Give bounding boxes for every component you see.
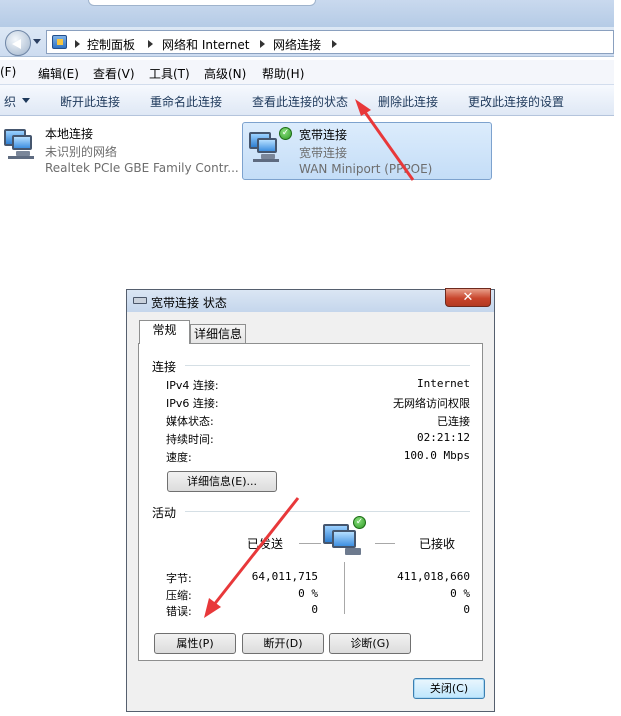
- errors-label: 错误:: [166, 605, 192, 618]
- title-bar: [0, 0, 614, 27]
- menu-edit[interactable]: 编辑(E): [38, 65, 79, 82]
- tab-details[interactable]: 详细信息: [190, 324, 246, 345]
- connection-group-heading: 连接: [152, 360, 177, 374]
- group-divider: [185, 511, 470, 512]
- command-bar: 织 断开此连接 重命名此连接 查看此连接的状态 删除此连接 更改此连接的设置: [0, 84, 614, 116]
- tab-general[interactable]: 常规: [139, 320, 190, 344]
- general-tab-panel: 连接 IPv4 连接: Internet IPv6 连接: 无网络访问权限 媒体…: [138, 343, 483, 661]
- connection-name: 本地连接: [45, 127, 94, 141]
- compression-sent-value: 0 %: [298, 587, 318, 600]
- menu-file[interactable]: (F): [0, 65, 16, 79]
- back-icon[interactable]: [5, 30, 31, 56]
- broadband-connection-item[interactable]: ✓ 宽带连接 宽带连接 WAN Miniport (PPPOE): [242, 122, 492, 180]
- speed-value: 100.0 Mbps: [403, 449, 470, 462]
- local-connection-item[interactable]: 本地连接 未识别的网络 Realtek PCIe GBE Family Cont…: [0, 122, 239, 180]
- view-connection-status-button[interactable]: 查看此连接的状态: [252, 93, 348, 110]
- organize-button[interactable]: 织: [4, 93, 16, 110]
- connection-status-dialog: 宽带连接 状态 ✕ 常规 详细信息 连接 IPv4 连接: Internet I…: [126, 288, 495, 712]
- connection-status: 未识别的网络: [45, 145, 118, 159]
- received-label: 已接收: [419, 537, 456, 551]
- menu-help[interactable]: 帮助(H): [262, 65, 304, 82]
- check-icon: ✓: [353, 516, 366, 529]
- bytes-received-value: 411,018,660: [397, 570, 470, 583]
- disconnect-connection-button[interactable]: 断开此连接: [60, 93, 120, 110]
- network-connections-window: 控制面板 网络和 Internet 网络连接 (F) 编辑(E) 查看(V) 工…: [0, 0, 614, 277]
- connection-status: 宽带连接: [299, 146, 348, 160]
- compression-received-value: 0 %: [450, 587, 470, 600]
- network-connection-icon: ✓: [323, 516, 369, 558]
- dialog-title-bar: 宽带连接 状态 ✕: [127, 288, 494, 312]
- menu-tools[interactable]: 工具(T): [149, 65, 190, 82]
- speed-label: 速度:: [166, 451, 192, 464]
- window-caption-area: [88, 0, 316, 6]
- connection-device: WAN Miniport (PPPOE): [299, 162, 433, 176]
- media-state-label: 媒体状态:: [166, 415, 214, 428]
- check-icon: ✓: [279, 127, 292, 140]
- control-panel-icon: [52, 35, 67, 49]
- errors-received-value: 0: [463, 603, 470, 616]
- breadcrumb-network-connections[interactable]: 网络连接: [273, 36, 321, 53]
- activity-group-heading: 活动: [152, 506, 177, 520]
- menu-advanced[interactable]: 高级(N): [204, 65, 246, 82]
- group-divider: [185, 365, 470, 366]
- details-button[interactable]: 详细信息(E)...: [167, 471, 277, 492]
- connection-name: 宽带连接: [299, 128, 348, 142]
- menu-bar: (F) 编辑(E) 查看(V) 工具(T) 高级(N) 帮助(H): [0, 60, 614, 84]
- network-connection-icon: [247, 129, 281, 163]
- disconnect-button[interactable]: 断开(D): [242, 633, 324, 654]
- connection-device: Realtek PCIe GBE Family Contr...: [45, 161, 239, 175]
- duration-value: 02:21:12: [417, 431, 470, 444]
- bytes-sent-value: 64,011,715: [251, 570, 318, 583]
- breadcrumb-chevron-icon[interactable]: [332, 40, 337, 48]
- received-connector-line: [375, 543, 395, 544]
- dialog-title: 宽带连接 状态: [151, 296, 227, 310]
- activity-divider: [344, 562, 345, 614]
- organize-chevron-icon[interactable]: [22, 98, 30, 103]
- close-button[interactable]: 关闭(C): [413, 678, 485, 699]
- network-connection-icon: [2, 126, 36, 160]
- diagnose-button[interactable]: 诊断(G): [329, 633, 411, 654]
- errors-sent-value: 0: [311, 603, 318, 616]
- recent-pages-chevron-icon[interactable]: [33, 39, 41, 44]
- breadcrumb-chevron-icon[interactable]: [75, 40, 80, 48]
- menu-view[interactable]: 查看(V): [93, 65, 135, 82]
- rename-connection-button[interactable]: 重命名此连接: [150, 93, 222, 110]
- sent-label: 已发送: [247, 537, 284, 551]
- media-state-value: 已连接: [437, 415, 470, 428]
- bytes-label: 字节:: [166, 572, 192, 585]
- modem-icon: [133, 297, 147, 304]
- delete-connection-button[interactable]: 删除此连接: [378, 93, 438, 110]
- breadcrumb-chevron-icon[interactable]: [148, 40, 153, 48]
- ipv4-value: Internet: [417, 377, 470, 390]
- change-connection-settings-button[interactable]: 更改此连接的设置: [468, 93, 564, 110]
- ipv6-value: 无网络访问权限: [393, 397, 470, 410]
- properties-button[interactable]: 属性(P): [154, 633, 236, 654]
- address-bar[interactable]: 控制面板 网络和 Internet 网络连接: [46, 30, 614, 54]
- duration-label: 持续时间:: [166, 433, 214, 446]
- close-icon[interactable]: ✕: [445, 288, 491, 307]
- compression-label: 压缩:: [166, 589, 192, 602]
- sent-connector-line: [299, 543, 321, 544]
- ipv4-label: IPv4 连接:: [166, 379, 219, 392]
- ipv6-label: IPv6 连接:: [166, 397, 219, 410]
- breadcrumb-network-internet[interactable]: 网络和 Internet: [162, 36, 249, 53]
- breadcrumb-control-panel[interactable]: 控制面板: [87, 36, 135, 53]
- breadcrumb-chevron-icon[interactable]: [260, 40, 265, 48]
